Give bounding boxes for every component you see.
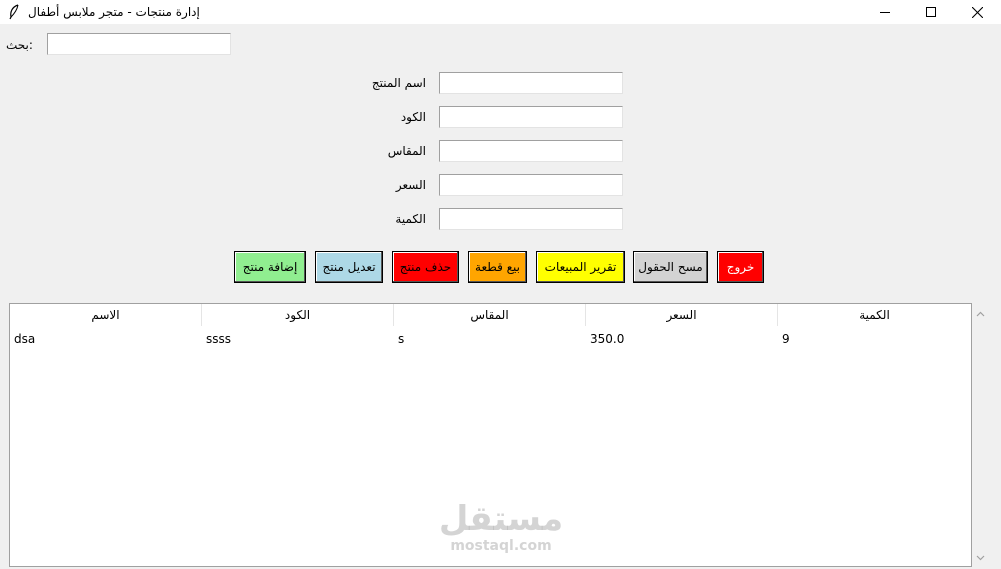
search-input[interactable] <box>47 33 231 55</box>
close-button[interactable] <box>954 0 1000 24</box>
scroll-down-icon[interactable] <box>972 549 989 566</box>
price-label: السعر <box>395 178 426 192</box>
column-header-quantity[interactable]: الكمية <box>778 304 971 326</box>
clear-fields-button[interactable]: مسح الحقول <box>633 251 708 283</box>
add-product-button[interactable]: إضافة منتج <box>234 251 306 283</box>
exit-button[interactable]: خروج <box>717 251 764 283</box>
watermark-text: مستقل <box>438 499 564 539</box>
column-header-size[interactable]: المقاس <box>394 304 586 326</box>
price-field[interactable] <box>439 174 623 196</box>
column-header-name[interactable]: الاسم <box>10 304 202 326</box>
maximize-button[interactable] <box>908 0 954 24</box>
cell-quantity: 9 <box>782 332 790 346</box>
table-scrollbar[interactable] <box>972 303 989 567</box>
cell-size: s <box>398 332 405 346</box>
window-title: إدارة منتجات - متجر ملابس أطفال <box>28 5 200 19</box>
size-label: المقاس <box>387 144 426 158</box>
title-bar: إدارة منتجات - متجر ملابس أطفال <box>0 0 1001 24</box>
code-field[interactable] <box>439 106 623 128</box>
search-label: بحث: <box>6 38 33 52</box>
quantity-label: الكمية <box>395 212 426 226</box>
watermark-url: mostaql.com <box>450 538 552 554</box>
code-label: الكود <box>400 110 426 124</box>
column-header-price[interactable]: السعر <box>586 304 778 326</box>
product-name-label: اسم المنتج <box>371 76 426 90</box>
cell-code: ssss <box>206 332 232 346</box>
product-name-field[interactable] <box>439 72 623 94</box>
cell-price: 350.0 <box>590 332 625 346</box>
edit-product-button[interactable]: تعديل منتج <box>315 251 383 283</box>
cell-name: dsa <box>14 332 36 346</box>
sales-report-button[interactable]: تقرير المبيعات <box>536 251 625 283</box>
feather-icon <box>8 4 20 20</box>
scroll-up-icon[interactable] <box>972 305 989 322</box>
column-header-code[interactable]: الكود <box>202 304 394 326</box>
minimize-button[interactable] <box>862 0 908 24</box>
sell-item-button[interactable]: بيع قطعة <box>468 251 527 283</box>
size-field[interactable] <box>439 140 623 162</box>
watermark-logo: مستقل mostaql.com <box>436 500 566 558</box>
table-header: الاسم الكود المقاس السعر الكمية <box>10 304 971 326</box>
quantity-field[interactable] <box>439 208 623 230</box>
app-window: إدارة منتجات - متجر ملابس أطفال بحث: اسم… <box>0 0 1001 569</box>
delete-product-button[interactable]: حذف منتج <box>392 251 459 283</box>
